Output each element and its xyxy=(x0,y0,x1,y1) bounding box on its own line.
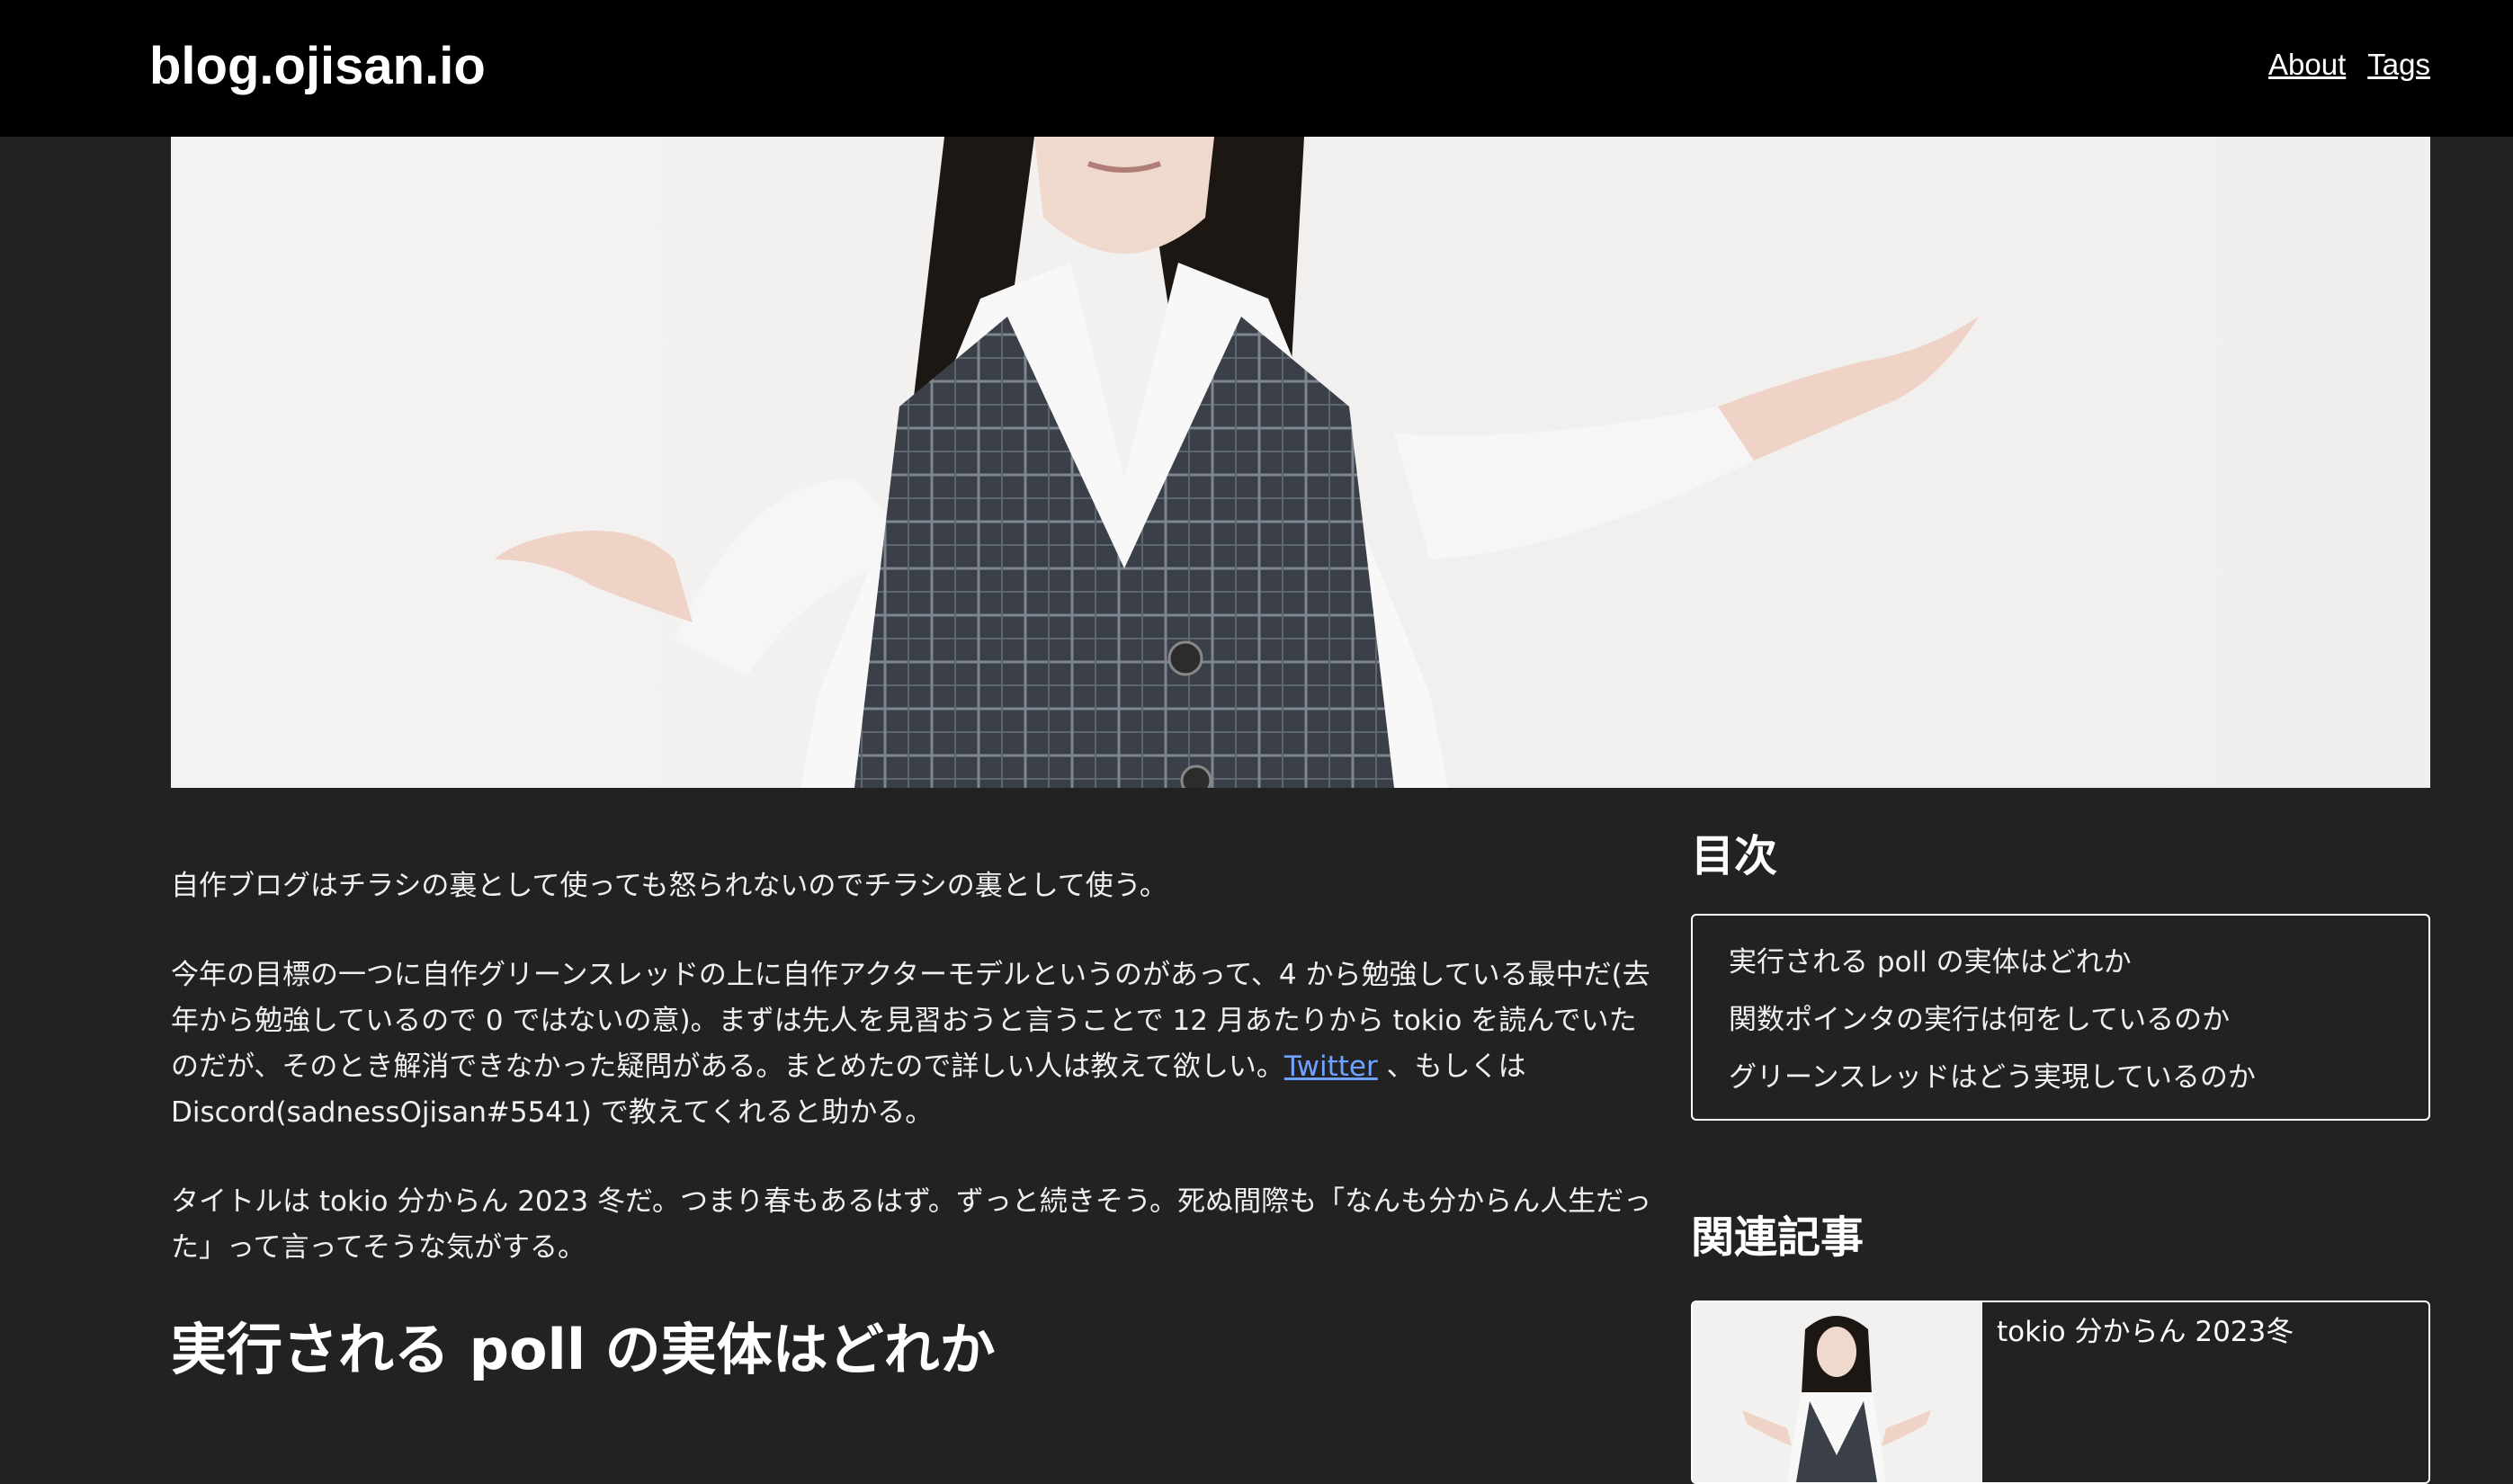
article-paragraph: タイトルは tokio 分からん 2023 冬だ。つまり春もあるはず。ずっと続き… xyxy=(171,1185,1652,1264)
related-article-card[interactable]: tokio 分からん 2023冬 xyxy=(1691,1301,2430,1484)
article-body: 自作ブログはチラシの裏として使っても怒られないのでチラシの裏として使う。 今年の… xyxy=(171,863,1655,1386)
section-heading: 実行される poll の実体はどれか xyxy=(171,1317,996,1382)
toc-item[interactable]: 実行される poll の実体はどれか xyxy=(1729,934,2392,991)
article-paragraph: 今年の目標の一つに自作グリーンスレッドの上に自作アクターモデルというのがあって、… xyxy=(171,952,1655,1136)
toc-item[interactable]: 関数ポインタの実行は何をしているのか xyxy=(1729,991,2392,1049)
twitter-link[interactable]: Twitter xyxy=(1284,1050,1378,1083)
article-paragraph: 自作ブログはチラシの裏として使っても怒られないのでチラシの裏として使う。 xyxy=(171,870,1167,902)
related-article-thumbnail xyxy=(1693,1302,1982,1482)
toc-heading: 目次 xyxy=(1691,831,1778,881)
nav-tags-link[interactable]: Tags xyxy=(2367,45,2430,85)
main-nav: About Tags xyxy=(2268,45,2430,85)
hero-image xyxy=(171,137,2430,788)
table-of-contents: 実行される poll の実体はどれか 関数ポインタの実行は何をしているのか グリ… xyxy=(1691,914,2430,1121)
related-heading: 関連記事 xyxy=(1691,1212,1865,1263)
toc-item[interactable]: グリーンスレッドはどう実現しているのか xyxy=(1729,1049,2392,1106)
related-article-title: tokio 分からん 2023冬 xyxy=(1997,1316,2294,1348)
site-title-link[interactable]: blog.ojisan.io xyxy=(149,31,486,103)
nav-about-link[interactable]: About xyxy=(2268,45,2346,85)
site-header: blog.ojisan.io About Tags xyxy=(0,0,2513,137)
sidebar: 目次 実行される poll の実体はどれか 関数ポインタの実行は何をしているのか… xyxy=(1691,827,2430,1484)
